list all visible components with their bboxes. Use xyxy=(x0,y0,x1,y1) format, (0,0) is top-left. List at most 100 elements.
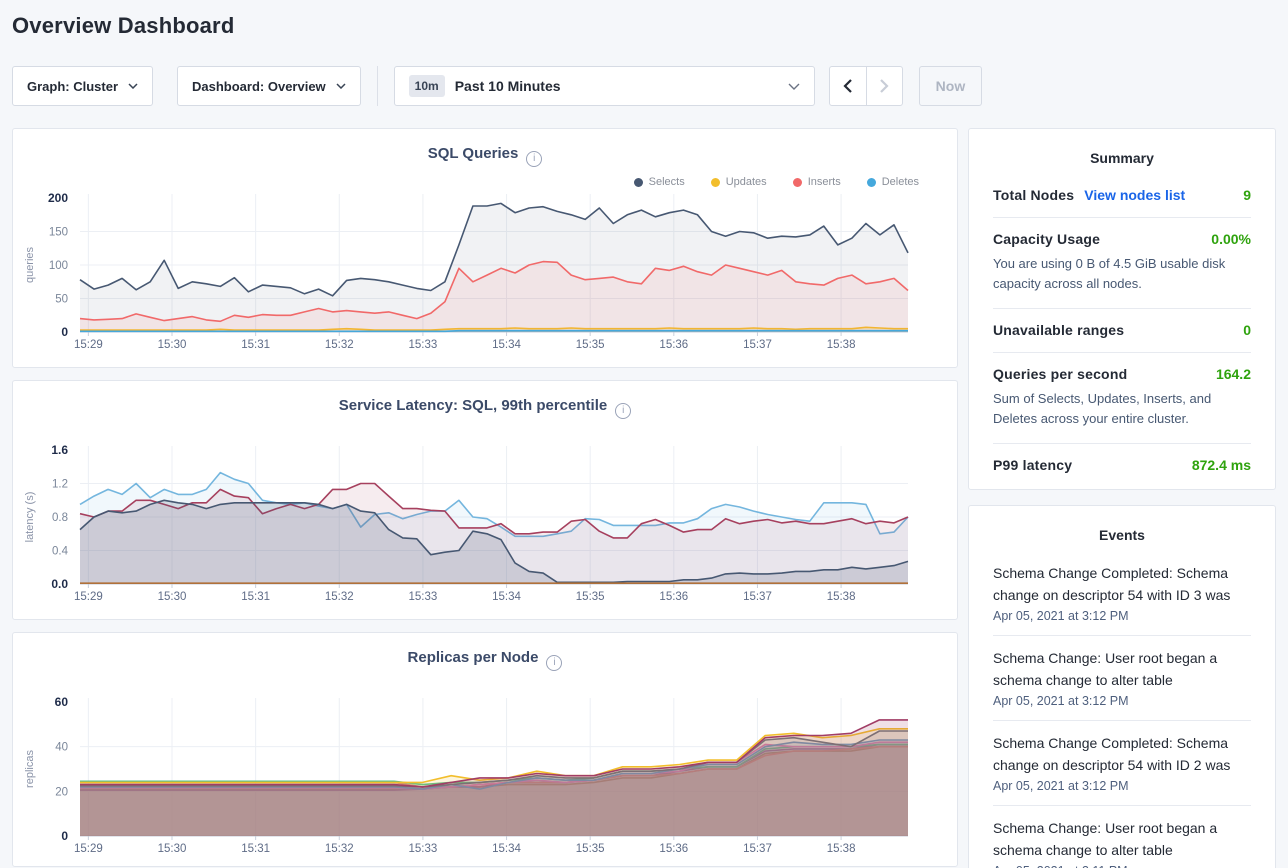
summary-row-top: Unavailable ranges 0 xyxy=(993,322,1251,338)
summary-subtext: Sum of Selects, Updates, Inserts, and De… xyxy=(993,389,1251,429)
event-timestamp: Apr 05, 2021 at 3:11 PM xyxy=(993,864,1251,868)
summary-label: P99 latency xyxy=(993,457,1072,473)
chart-legend: Selects Updates Inserts Deletes xyxy=(634,176,919,188)
summary-rows: Total NodesView nodes list9Capacity Usag… xyxy=(993,174,1251,487)
replicas-per-node-chart-card: Replicas per Nodei 15:2915:3015:3115:321… xyxy=(12,632,958,867)
svg-text:15:29: 15:29 xyxy=(74,843,103,855)
time-nav-group xyxy=(829,66,903,106)
svg-text:0.0: 0.0 xyxy=(51,577,68,591)
time-back-button[interactable] xyxy=(830,67,866,105)
svg-text:1.2: 1.2 xyxy=(52,479,68,491)
summary-row-top: Queries per second164.2 xyxy=(993,366,1251,382)
toolbar: Graph: Cluster Dashboard: Overview 10m P… xyxy=(12,66,1276,106)
chevron-down-icon xyxy=(336,83,346,89)
info-icon[interactable]: i xyxy=(615,403,631,419)
legend-item[interactable]: Deletes xyxy=(867,176,919,188)
info-icon[interactable]: i xyxy=(526,151,542,167)
time-range-picker[interactable]: 10m Past 10 Minutes xyxy=(394,66,815,106)
legend-label: Deletes xyxy=(882,176,919,188)
legend-dot-icon xyxy=(793,178,802,187)
time-forward-button[interactable] xyxy=(866,67,902,105)
svg-text:15:31: 15:31 xyxy=(241,591,270,603)
info-icon[interactable]: i xyxy=(546,655,562,671)
svg-text:15:35: 15:35 xyxy=(576,591,605,603)
svg-text:15:34: 15:34 xyxy=(492,591,521,603)
summary-row-top: Total NodesView nodes list9 xyxy=(993,187,1251,203)
dashboard-dropdown-label: Dashboard: Overview xyxy=(192,79,326,94)
svg-text:15:30: 15:30 xyxy=(158,339,187,351)
svg-text:15:29: 15:29 xyxy=(74,591,103,603)
svg-text:0: 0 xyxy=(61,829,68,843)
summary-label: Unavailable ranges xyxy=(993,322,1124,338)
now-button[interactable]: Now xyxy=(919,66,983,106)
summary-value: 872.4 ms xyxy=(1192,457,1251,473)
svg-text:15:32: 15:32 xyxy=(325,843,354,855)
event-text: Schema Change Completed: Schema change o… xyxy=(993,732,1251,776)
summary-row: Unavailable ranges 0 xyxy=(993,309,1251,353)
chevron-left-icon xyxy=(843,79,852,93)
legend-label: Selects xyxy=(649,176,685,188)
svg-text:50: 50 xyxy=(55,294,68,306)
summary-row: Queries per second164.2 Sum of Selects, U… xyxy=(993,353,1251,444)
event-text: Schema Change Completed: Schema change o… xyxy=(993,562,1251,606)
svg-text:15:34: 15:34 xyxy=(492,339,521,351)
dashboard-dropdown[interactable]: Dashboard: Overview xyxy=(177,66,361,106)
svg-text:15:38: 15:38 xyxy=(827,843,856,855)
summary-label: Total Nodes xyxy=(993,187,1074,203)
svg-text:150: 150 xyxy=(49,227,68,239)
legend-item[interactable]: Updates xyxy=(711,176,767,188)
summary-row: P99 latency 872.4 ms xyxy=(993,444,1251,487)
chart-title: Replicas per Nodei xyxy=(13,649,957,671)
svg-text:15:32: 15:32 xyxy=(325,339,354,351)
svg-text:0: 0 xyxy=(61,325,68,339)
event-item: Schema Change Completed: Schema change o… xyxy=(993,721,1251,806)
svg-text:15:36: 15:36 xyxy=(659,591,688,603)
svg-text:15:32: 15:32 xyxy=(325,591,354,603)
svg-text:1.6: 1.6 xyxy=(51,443,68,457)
event-timestamp: Apr 05, 2021 at 3:12 PM xyxy=(993,609,1251,623)
legend-label: Updates xyxy=(726,176,767,188)
svg-text:0.8: 0.8 xyxy=(52,512,68,524)
event-item: Schema Change Completed: Schema change o… xyxy=(993,551,1251,636)
chevron-down-icon xyxy=(128,83,138,89)
summary-value: 0 xyxy=(1243,322,1251,338)
svg-text:15:37: 15:37 xyxy=(743,591,772,603)
replicas-per-node-chart[interactable]: 15:2915:3015:3115:3215:3315:3415:3515:36… xyxy=(13,694,957,860)
legend-dot-icon xyxy=(634,178,643,187)
graph-dropdown[interactable]: Graph: Cluster xyxy=(12,66,153,106)
summary-row: Total NodesView nodes list9 xyxy=(993,174,1251,218)
graph-dropdown-label: Graph: Cluster xyxy=(27,79,118,94)
charts-column: SQL Queriesi Selects Updates Inserts Delete… xyxy=(12,128,958,868)
summary-value: 0.00% xyxy=(1211,231,1251,247)
svg-text:15:36: 15:36 xyxy=(659,339,688,351)
legend-item[interactable]: Inserts xyxy=(793,176,841,188)
legend-item[interactable]: Selects xyxy=(634,176,685,188)
svg-text:40: 40 xyxy=(55,742,68,754)
event-text: Schema Change: User root began a schema … xyxy=(993,817,1251,861)
svg-text:latency (s): latency (s) xyxy=(24,492,36,543)
chart-title: SQL Queriesi xyxy=(13,145,957,167)
time-range-badge: 10m xyxy=(409,75,445,97)
svg-text:60: 60 xyxy=(55,695,69,709)
events-panel: Events Schema Change Completed: Schema c… xyxy=(968,505,1276,868)
svg-text:15:29: 15:29 xyxy=(74,339,103,351)
svg-text:15:33: 15:33 xyxy=(409,843,438,855)
svg-text:0.4: 0.4 xyxy=(52,546,69,558)
summary-title: Summary xyxy=(993,129,1251,174)
toolbar-divider xyxy=(377,66,378,106)
sql-queries-chart-card: SQL Queriesi Selects Updates Inserts Delete… xyxy=(12,128,958,368)
sql-queries-chart[interactable]: 15:2915:3015:3115:3215:3315:3415:3515:36… xyxy=(13,190,957,356)
legend-dot-icon xyxy=(867,178,876,187)
nodes-list-link[interactable]: View nodes list xyxy=(1084,187,1185,203)
events-list: Schema Change Completed: Schema change o… xyxy=(993,551,1251,868)
summary-row: Capacity Usage0.00% You are using 0 B of … xyxy=(993,218,1251,309)
svg-text:15:36: 15:36 xyxy=(659,843,688,855)
event-item: Schema Change: User root began a schema … xyxy=(993,806,1251,868)
time-range-label: Past 10 Minutes xyxy=(455,78,778,94)
summary-subtext: You are using 0 B of 4.5 GiB usable disk… xyxy=(993,254,1251,294)
summary-value: 164.2 xyxy=(1216,366,1251,382)
summary-row-top: Capacity Usage0.00% xyxy=(993,231,1251,247)
page-title: Overview Dashboard xyxy=(12,13,1276,39)
chevron-right-icon xyxy=(880,79,889,93)
service-latency-chart[interactable]: 15:2915:3015:3115:3215:3315:3415:3515:36… xyxy=(13,442,957,608)
